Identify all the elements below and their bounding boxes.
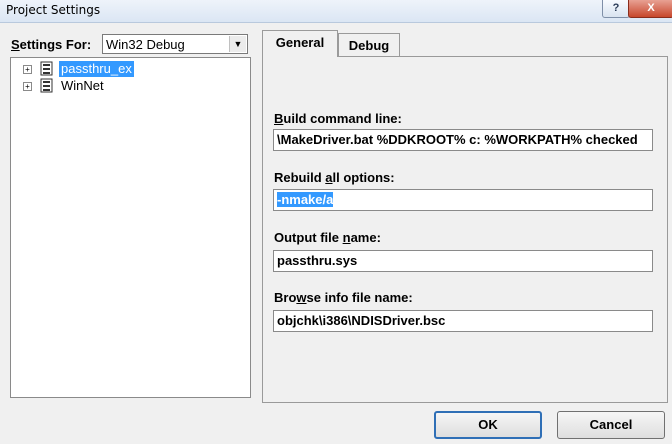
build-command-label: Build command line:: [274, 111, 402, 126]
rebuild-options-input[interactable]: -nmake/a: [273, 189, 653, 211]
window-title: Project Settings: [6, 3, 101, 17]
close-button[interactable]: X: [628, 0, 672, 18]
cancel-button[interactable]: Cancel: [557, 411, 665, 439]
project-icon: [40, 61, 53, 76]
tree-item-label[interactable]: passthru_ex: [59, 61, 134, 77]
tree-item-label[interactable]: WinNet: [59, 78, 106, 94]
build-command-value: \MakeDriver.bat %DDKROOT% c: %WORKPATH% …: [277, 132, 638, 147]
output-file-input[interactable]: passthru.sys: [273, 250, 653, 272]
browse-info-value: objchk\i386\NDISDriver.bsc: [277, 313, 446, 328]
output-file-label: Output file name:: [274, 230, 381, 245]
project-icon: [40, 78, 53, 93]
output-file-value: passthru.sys: [277, 253, 358, 268]
rebuild-options-label: Rebuild all options:: [274, 170, 395, 185]
chevron-down-icon[interactable]: ▼: [229, 36, 246, 52]
expand-icon[interactable]: +: [23, 65, 32, 74]
ok-button[interactable]: OK: [434, 411, 542, 439]
settings-for-value: Win32 Debug: [106, 37, 185, 52]
browse-info-label: Browse info file name:: [274, 290, 413, 305]
build-command-input[interactable]: \MakeDriver.bat %DDKROOT% c: %WORKPATH% …: [273, 129, 653, 151]
project-tree[interactable]: + passthru_ex + WinNet: [10, 57, 251, 398]
title-bar: Project Settings ? X: [0, 0, 672, 23]
help-button[interactable]: ?: [602, 0, 630, 18]
tab-debug[interactable]: Debug: [338, 33, 400, 58]
expand-icon[interactable]: +: [23, 82, 32, 91]
rebuild-options-value: -nmake/a: [277, 192, 334, 207]
settings-for-label: Settings For:: [11, 37, 92, 52]
tab-general[interactable]: General: [262, 30, 338, 57]
browse-info-input[interactable]: objchk\i386\NDISDriver.bsc: [273, 310, 653, 332]
settings-for-dropdown[interactable]: Win32 Debug ▼: [102, 34, 248, 54]
